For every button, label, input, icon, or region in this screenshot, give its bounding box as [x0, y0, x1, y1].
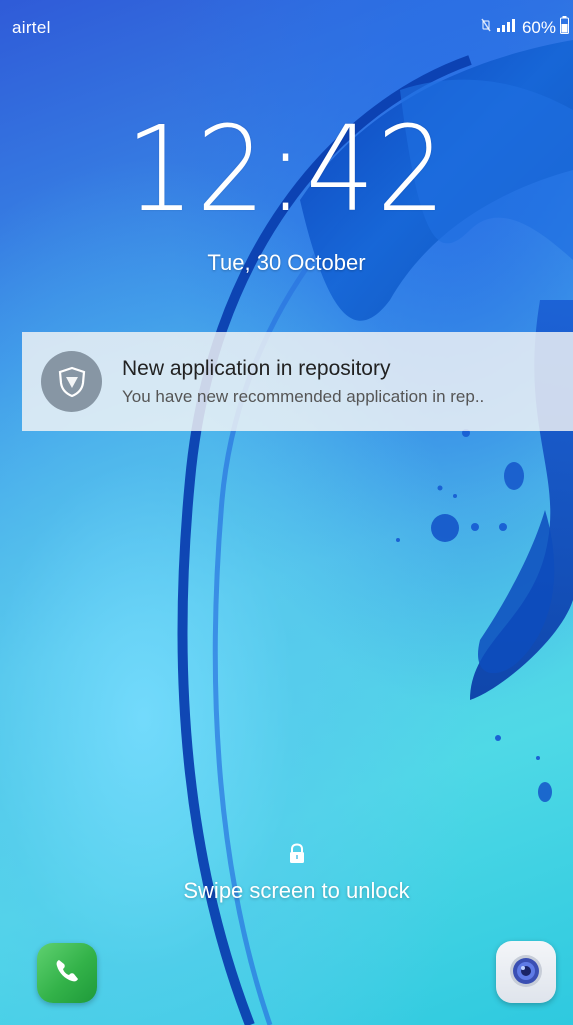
phone-shortcut-button[interactable] [37, 943, 97, 1003]
lockscreen-clock: 12:42 [125, 100, 448, 238]
lock-icon [286, 843, 308, 865]
status-bar: airtel 60% [0, 0, 573, 40]
mute-icon [480, 17, 492, 38]
notification-text: New application in repository You have n… [122, 357, 484, 407]
phone-icon [52, 956, 82, 991]
notification-body: You have new recommended application in … [122, 386, 485, 406]
notification-card[interactable]: New application in repository You have n… [22, 332, 573, 431]
battery-icon [560, 16, 569, 39]
unlock-hint: Swipe screen to unlock [183, 878, 410, 903]
shield-icon [41, 351, 102, 412]
signal-icon [496, 17, 518, 38]
camera-shortcut-button[interactable] [496, 941, 556, 1003]
lock-screen: airtel 60% 12:42 Tue, 30 October New app… [0, 0, 573, 1025]
notification-title: New application in repository [122, 356, 391, 380]
status-icons: 60% [480, 16, 569, 39]
battery-percent: 60% [521, 17, 556, 37]
carrier-name: airtel [12, 18, 51, 37]
lockscreen-date: Tue, 30 October [207, 250, 366, 275]
camera-icon [504, 948, 548, 997]
